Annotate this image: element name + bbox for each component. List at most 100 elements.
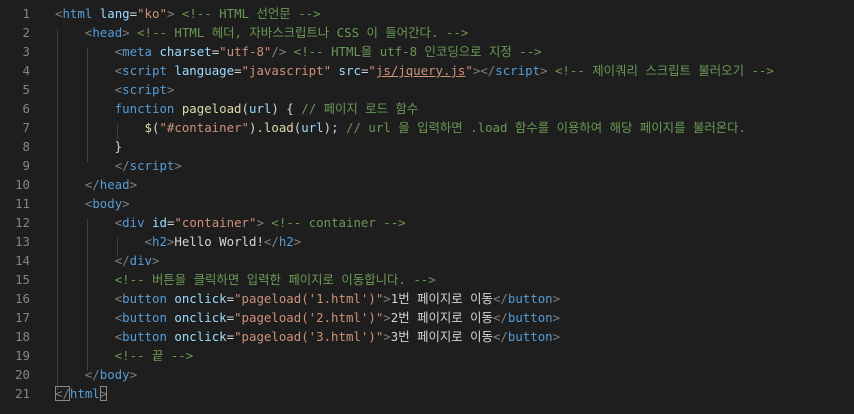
code-token: script	[122, 63, 167, 78]
code-editor[interactable]: 1 2 3 4 5 6 7 8 9 10 11 12 13 14 15 16 17 18 19 20 21 <html …	[0, 0, 854, 414]
code-token: >	[256, 215, 264, 230]
code-line[interactable]: $("#container").load(url); // url 을 입력하면…	[55, 118, 746, 137]
code-token: head	[92, 25, 123, 40]
code-token: button	[507, 310, 553, 325]
line-number: 15	[15, 272, 30, 287]
code-token: h2	[152, 234, 167, 249]
code-token: button	[122, 291, 167, 306]
code-token: head	[99, 177, 130, 192]
line-number: 21	[15, 386, 30, 401]
code-token: "	[465, 63, 473, 78]
code-token: language	[174, 63, 235, 78]
line-number: 6	[22, 101, 30, 116]
code-token: >	[174, 158, 182, 173]
code-token: "pageload('2.html')"	[234, 310, 384, 325]
code-token: meta	[122, 44, 152, 59]
code-line[interactable]: <meta charset="utf-8"/> <!-- HTML을 utf-8…	[55, 42, 542, 61]
code-token: >	[129, 367, 138, 382]
line-number: 9	[22, 158, 30, 173]
code-token: </	[84, 367, 100, 382]
code-token: />	[271, 44, 287, 59]
code-line[interactable]: <!-- 버튼을 클릭하면 입력한 페이지로 이동합니다. -->	[55, 270, 436, 289]
code-token: </	[114, 158, 130, 173]
code-line[interactable]: function pageload(url) { // 페이지 로드 함수	[55, 99, 419, 118]
code-token: ) {	[271, 101, 302, 116]
code-token: 1번 페이지로 이동	[390, 291, 493, 306]
code-line[interactable]: <div id="container"> <!-- container -->	[55, 213, 406, 232]
code-token: id	[152, 215, 167, 230]
code-token: (	[241, 101, 249, 116]
code-token: =	[226, 329, 235, 344]
code-token: <!-- container -->	[271, 215, 406, 230]
code-token: );	[323, 120, 347, 135]
code-token: div	[122, 215, 145, 230]
code-token: lang	[99, 6, 130, 21]
code-line[interactable]: <html lang="ko"> <!-- HTML 선언문 -->	[55, 4, 321, 23]
code-line[interactable]: </div>	[55, 251, 160, 270]
code-line[interactable]: }	[55, 137, 122, 156]
code-token: script	[129, 158, 175, 173]
code-token: script	[495, 63, 541, 78]
code-line[interactable]: <!-- 끝 -->	[55, 346, 194, 365]
code-token: </	[492, 291, 508, 306]
code-line[interactable]: <h2>Hello World!</h2>	[55, 232, 302, 251]
code-token: =	[234, 63, 242, 78]
code-token: >	[383, 310, 391, 325]
code-token: 3번 페이지로 이동	[390, 329, 493, 344]
code-token: url	[301, 120, 324, 135]
code-token: body	[92, 196, 123, 211]
code-token: // 페이지 로드 함수	[301, 101, 419, 116]
code-token: </	[114, 253, 130, 268]
code-line[interactable]: </body>	[55, 365, 137, 384]
code-token: "pageload('3.html')"	[234, 329, 384, 344]
code-token: ).	[249, 120, 264, 135]
code-line[interactable]: </html>	[55, 384, 108, 403]
code-token: >	[552, 329, 561, 344]
code-area[interactable]: <html lang="ko"> <!-- HTML 선언문 --> <head…	[55, 0, 854, 414]
code-token: 2번 페이지로 이동	[390, 310, 493, 325]
code-token: "#container"	[159, 120, 249, 135]
code-token: >	[166, 82, 175, 97]
code-token: <!-- 버튼을 클릭하면 입력한 페이지로 이동합니다. -->	[114, 272, 436, 287]
code-line[interactable]: <button onclick="pageload('1.html')">1번 …	[55, 289, 560, 308]
code-token: html	[62, 6, 93, 21]
line-number: 12	[15, 215, 30, 230]
code-line[interactable]: </head>	[55, 175, 137, 194]
code-token: <!-- 끝 -->	[114, 348, 194, 363]
code-token: }	[55, 139, 123, 154]
line-number: 2	[22, 25, 30, 40]
code-token: >	[552, 310, 561, 325]
code-token: body	[99, 367, 130, 382]
line-number-gutter: 1 2 3 4 5 6 7 8 9 10 11 12 13 14 15 16 17 18 19 20 21	[0, 0, 52, 414]
line-number: 14	[15, 253, 30, 268]
code-line[interactable]: <script language="javascript" src="js/jq…	[55, 61, 774, 80]
code-token: </	[492, 310, 508, 325]
code-token: button	[122, 310, 167, 325]
code-token: js/jquery.js	[375, 63, 466, 78]
line-number: 10	[15, 177, 30, 192]
line-number: 1	[22, 6, 30, 21]
code-line[interactable]: <button onclick="pageload('2.html')">2번 …	[55, 308, 560, 327]
code-token: =	[129, 6, 138, 21]
code-token: "container"	[174, 215, 257, 230]
code-token: <!-- HTML을 utf-8 인코딩으로 지정 -->	[293, 44, 542, 59]
code-token: "	[368, 63, 376, 78]
code-line[interactable]: <body>	[55, 194, 130, 213]
code-token: >	[99, 386, 108, 401]
code-line[interactable]: </script>	[55, 156, 182, 175]
code-line[interactable]: <head> <!-- HTML 헤더, 자바스크립트나 CSS 이 들어간다.…	[55, 23, 468, 42]
code-token: <!-- HTML 선언문 -->	[181, 6, 321, 21]
code-line[interactable]: <script>	[55, 80, 175, 99]
code-line[interactable]: <button onclick="pageload('3.html')">3번 …	[55, 327, 560, 346]
code-token: <!-- 제이쿼리 스크립트 불러오기 -->	[554, 63, 774, 78]
